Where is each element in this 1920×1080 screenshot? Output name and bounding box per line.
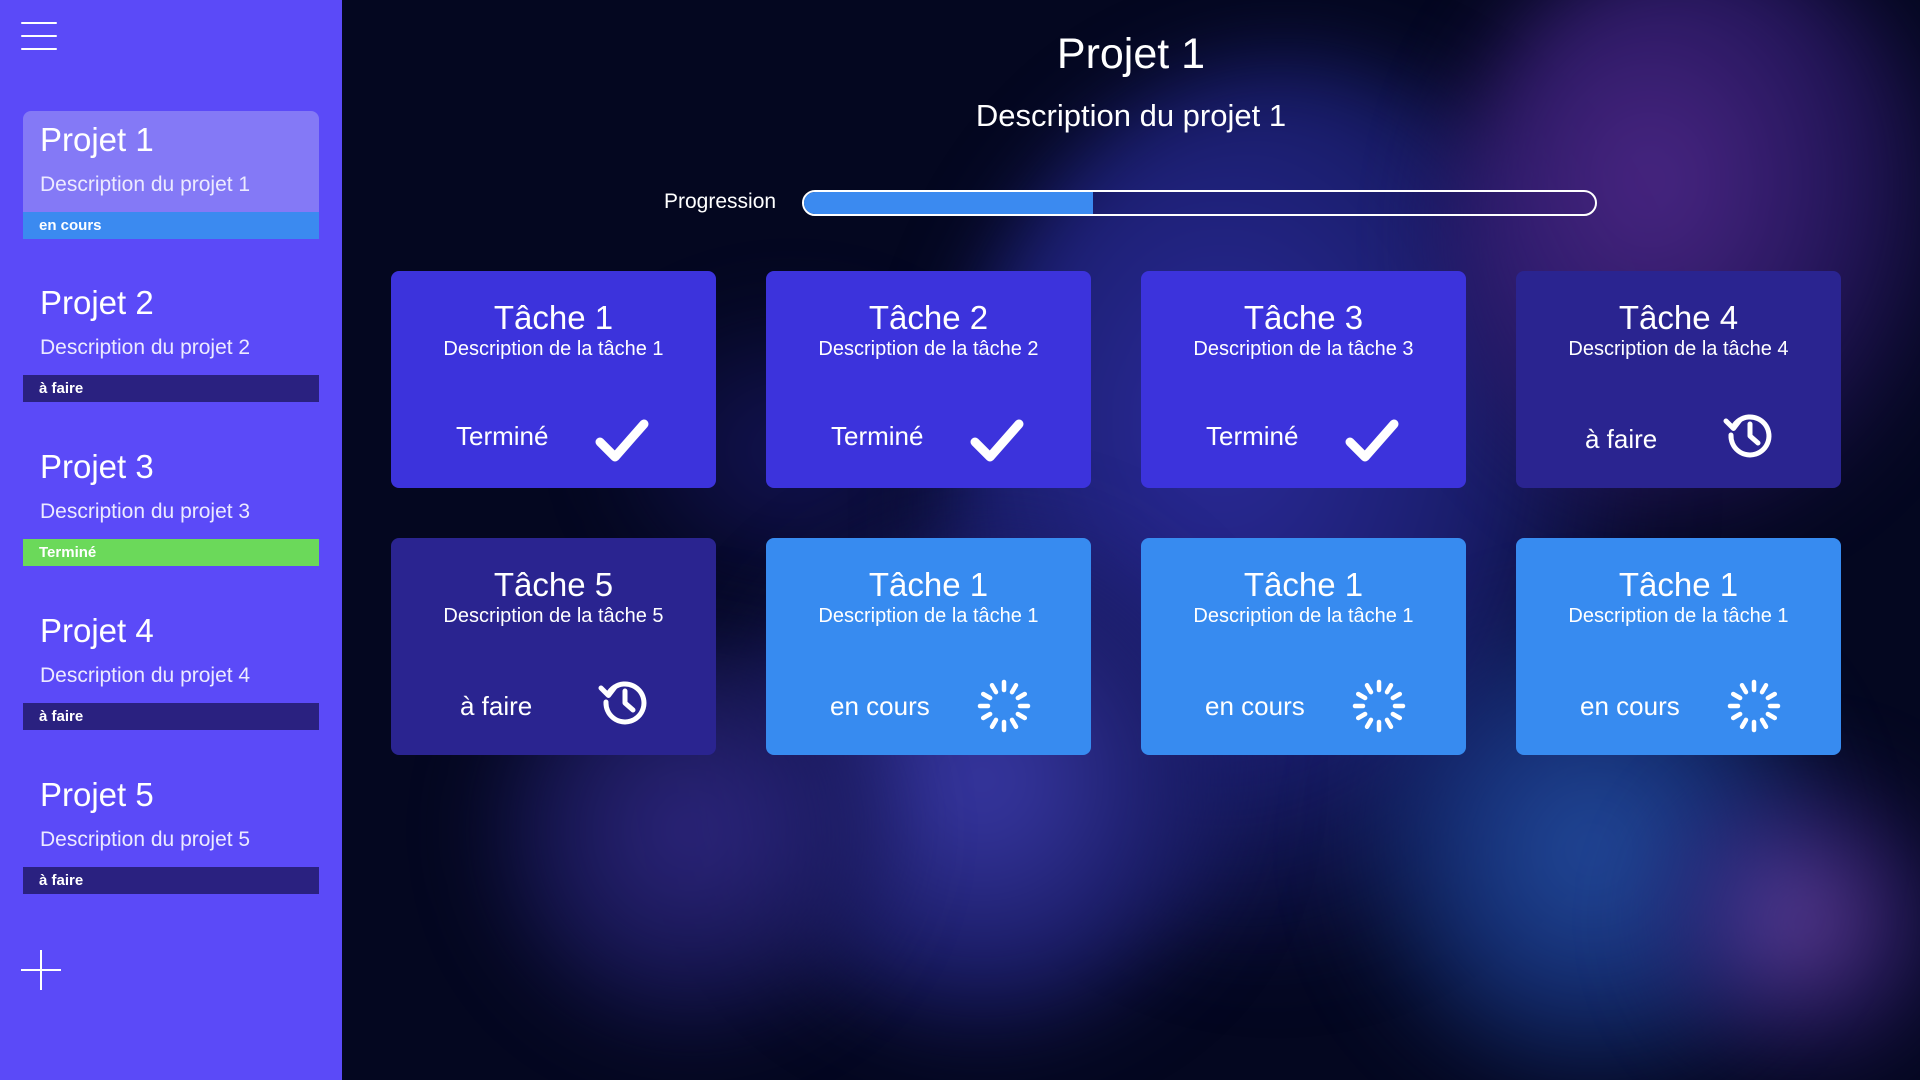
task-description: Description de la tâche 3: [1193, 338, 1414, 360]
sidebar-project-5[interactable]: Projet 5 Description du projet 5 à faire: [23, 766, 319, 894]
task-card[interactable]: Tâche 1 Description de la tâche 1 Termin…: [391, 271, 716, 488]
project-status-badge: Terminé: [23, 539, 319, 566]
project-status-badge: à faire: [23, 375, 319, 402]
sidebar-project-4[interactable]: Projet 4 Description du projet 4 à faire: [23, 602, 319, 730]
sidebar-project-2[interactable]: Projet 2 Description du projet 2 à faire: [23, 274, 319, 402]
sidebar-project-3[interactable]: Projet 3 Description du projet 3 Terminé: [23, 438, 319, 566]
checkmark-icon: [970, 419, 1024, 462]
task-description: Description de la tâche 5: [443, 605, 664, 627]
project-description: Description du projet 1: [40, 173, 251, 196]
project-description: Description du projet 2: [40, 336, 251, 359]
project-description: Description du projet 3: [40, 500, 251, 523]
project-status-badge: en cours: [23, 212, 319, 239]
task-card[interactable]: Tâche 1 Description de la tâche 1 en cou…: [1516, 538, 1841, 755]
task-description: Description de la tâche 1: [1568, 605, 1789, 627]
project-title: Projet 2: [40, 284, 154, 321]
task-title: Tâche 4: [1618, 299, 1739, 336]
task-description: Description de la tâche 1: [1193, 605, 1414, 627]
task-status: en cours: [1205, 691, 1305, 721]
loading-spinner-icon: [1352, 679, 1406, 733]
sidebar-project-1[interactable]: Projet 1 Description du projet 1 en cour…: [23, 111, 319, 239]
page-description: Description du projet 1: [975, 98, 1287, 133]
task-card[interactable]: Tâche 1 Description de la tâche 1 en cou…: [766, 538, 1091, 755]
checkmark-icon: [1345, 419, 1399, 462]
history-clock-icon: [598, 681, 647, 725]
sidebar: Projet 1 Description du projet 1 en cour…: [0, 0, 342, 1080]
task-description: Description de la tâche 1: [443, 338, 664, 360]
task-title: Tâche 1: [1618, 566, 1739, 603]
task-card[interactable]: Tâche 4 Description de la tâche 4 à fair…: [1516, 271, 1841, 488]
task-status: Terminé: [456, 421, 549, 451]
progress-label: Progression: [664, 190, 777, 213]
project-status-badge: à faire: [23, 867, 319, 894]
project-title: Projet 1: [40, 121, 154, 158]
project-title: Projet 5: [40, 776, 154, 813]
task-card[interactable]: Tâche 3 Description de la tâche 3 Termin…: [1141, 271, 1466, 488]
task-title: Tâche 3: [1243, 299, 1364, 336]
checkmark-icon: [595, 419, 649, 462]
task-card[interactable]: Tâche 5 Description de la tâche 5 à fair…: [391, 538, 716, 755]
task-title: Tâche 1: [1243, 566, 1364, 603]
history-clock-icon: [1723, 414, 1772, 458]
task-description: Description de la tâche 2: [818, 338, 1039, 360]
loading-spinner-icon: [977, 679, 1031, 733]
task-status: Terminé: [1206, 421, 1299, 451]
hamburger-menu-icon[interactable]: [21, 20, 57, 52]
task-card[interactable]: Tâche 1 Description de la tâche 1 en cou…: [1141, 538, 1466, 755]
task-status: à faire: [460, 691, 533, 721]
task-status: à faire: [1585, 424, 1658, 454]
task-title: Tâche 1: [493, 299, 614, 336]
page-title: Projet 1: [1056, 30, 1206, 78]
task-status: en cours: [1580, 691, 1680, 721]
project-description: Description du projet 4: [40, 664, 251, 687]
project-status-badge: à faire: [23, 703, 319, 730]
task-description: Description de la tâche 4: [1568, 338, 1789, 360]
project-title: Projet 4: [40, 612, 154, 649]
progress-bar-fill: [804, 192, 1093, 214]
project-title: Projet 3: [40, 448, 154, 485]
task-title: Tâche 1: [868, 566, 989, 603]
task-title: Tâche 2: [868, 299, 989, 336]
task-title: Tâche 5: [493, 566, 614, 603]
task-status: Terminé: [831, 421, 924, 451]
project-description: Description du projet 5: [40, 828, 251, 851]
task-status: en cours: [830, 691, 930, 721]
progress-bar[interactable]: [802, 190, 1597, 216]
add-project-plus-icon[interactable]: [21, 950, 61, 990]
task-card[interactable]: Tâche 2 Description de la tâche 2 Termin…: [766, 271, 1091, 488]
loading-spinner-icon: [1727, 679, 1781, 733]
task-description: Description de la tâche 1: [818, 605, 1039, 627]
